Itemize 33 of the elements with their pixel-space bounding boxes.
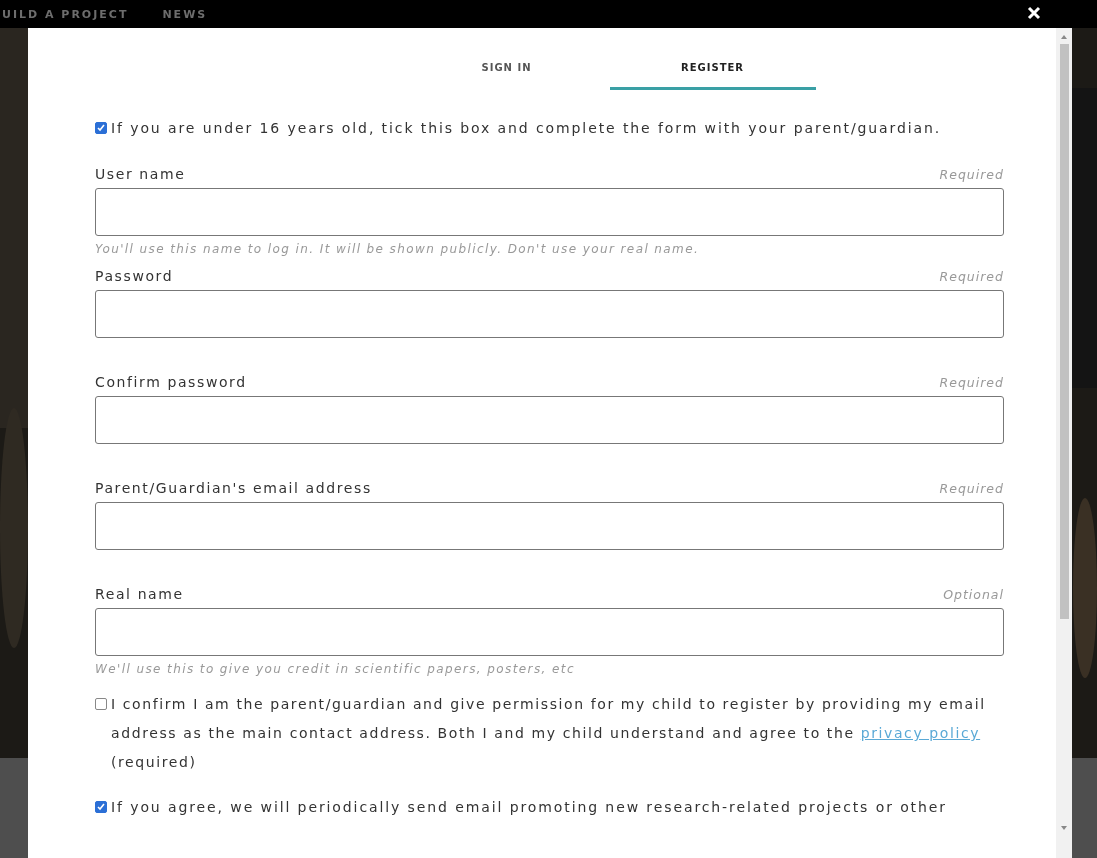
field-label: Real name	[95, 586, 184, 602]
scrollbar-thumb[interactable]	[1059, 44, 1069, 619]
checkbox[interactable]	[95, 698, 107, 710]
field-label: Confirm password	[95, 374, 247, 390]
scroll-up-icon[interactable]	[1060, 34, 1068, 40]
field-label: User name	[95, 166, 186, 182]
nav-link[interactable]: UILD A PROJECT	[2, 7, 129, 21]
field-label: Parent/Guardian's email address	[95, 480, 372, 496]
field-note: Required	[939, 269, 1004, 284]
tab[interactable]: REGISTER	[609, 54, 816, 90]
field-note: Required	[939, 375, 1004, 390]
field-hint: You'll use this name to log in. It will be shown publicly. Don't use your real name.	[95, 242, 701, 256]
input-field[interactable]	[95, 608, 1004, 656]
input-field[interactable]	[95, 502, 1004, 550]
consent-text: I confirm I am the parent/guardian and give permission for my child to register by providing my email address as the main contact address. Both I and my child understand and agree to the privacy policy (required)	[111, 695, 987, 772]
input-field[interactable]	[95, 290, 1004, 338]
input-field[interactable]	[95, 396, 1004, 444]
checkbox[interactable]	[95, 801, 107, 813]
field-note: Optional	[943, 587, 1004, 602]
field-note: Required	[939, 167, 1004, 182]
close-icon	[1027, 6, 1041, 20]
checkbox-label: If you are under 16 years old, tick this box and complete the form with your parent/guardian.	[111, 120, 942, 136]
field-note: Required	[939, 481, 1004, 496]
checkbox[interactable]	[95, 122, 107, 134]
scroll-down-icon[interactable]	[1060, 825, 1068, 831]
privacy-policy-link[interactable]: privacy policy	[860, 725, 981, 741]
nav-link[interactable]: NEWS	[162, 7, 208, 21]
field-hint: We'll use this to give you credit in scientific papers, posters, etc	[95, 662, 576, 676]
scrollbar[interactable]	[1056, 28, 1072, 858]
field-label: Password	[95, 268, 174, 284]
tab[interactable]: SIGN IN	[403, 54, 610, 90]
checkbox-label: If you agree, we will periodically send email promoting new research-related projects or other	[111, 799, 947, 815]
input-field[interactable]	[95, 188, 1004, 236]
